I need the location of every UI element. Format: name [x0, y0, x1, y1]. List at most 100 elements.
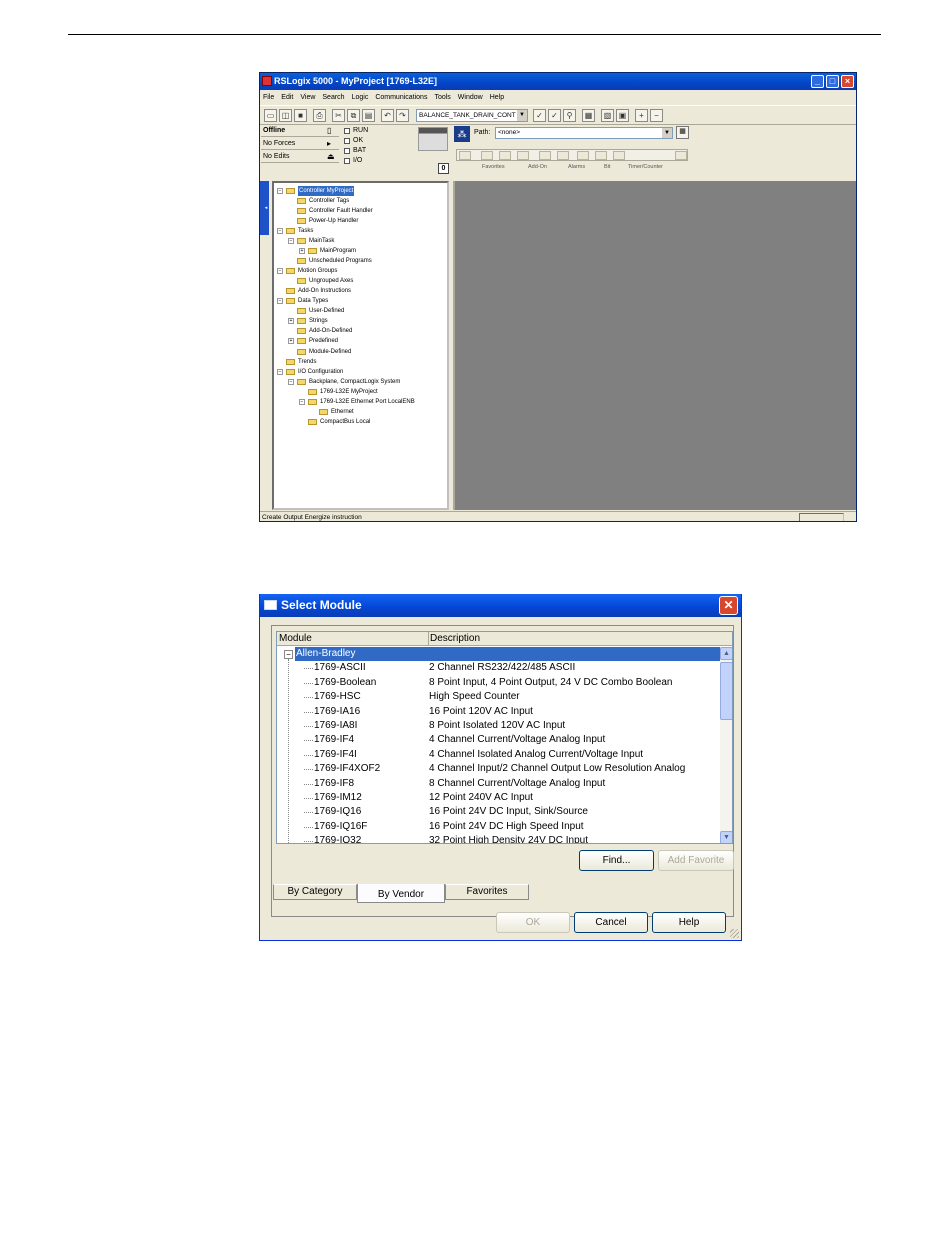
tab-timer-counter[interactable]: Timer/Counter	[628, 164, 663, 170]
tree-item-label: Ethernet	[331, 408, 354, 415]
tab-favorites[interactable]: Favorites	[445, 884, 529, 900]
module-row[interactable]: 1769-IF4XOF2 4 Channel Input/2 Channel Ou…	[277, 762, 720, 776]
minimize-icon[interactable]: _	[811, 75, 824, 88]
menu-tools[interactable]: Tools	[434, 91, 450, 104]
rung-icon[interactable]	[481, 151, 493, 160]
collapse-icon[interactable]: −	[288, 238, 294, 245]
open-folder-icon[interactable]: ◫	[279, 109, 292, 122]
forces-row[interactable]: No Forces ▸	[261, 138, 339, 150]
vendor-group-row[interactable]: − Allen-Bradley	[277, 647, 720, 662]
zoom-in-icon[interactable]: +	[635, 109, 648, 122]
expand-icon[interactable]: +	[288, 318, 294, 325]
xic-icon[interactable]	[539, 151, 551, 160]
print-icon[interactable]: ⎙	[313, 109, 326, 122]
tab-by-category[interactable]: By Category	[273, 884, 357, 900]
undo-icon[interactable]: ↶	[381, 109, 394, 122]
collapse-icon[interactable]: −	[277, 228, 283, 235]
zoom-out-icon[interactable]: −	[650, 109, 663, 122]
watch-icon[interactable]: ▣	[616, 109, 629, 122]
otu-icon[interactable]	[613, 151, 625, 160]
menu-window[interactable]: Window	[458, 91, 483, 104]
routine-combo[interactable]: BALANCE_TANK_DRAIN_CONT ▼	[416, 109, 528, 122]
cut-icon[interactable]: ✂	[332, 109, 345, 122]
expand-icon[interactable]: +	[288, 338, 294, 345]
collapse-icon[interactable]: −	[277, 268, 283, 275]
close-icon[interactable]: ×	[841, 75, 854, 88]
scroll-left-icon[interactable]	[459, 151, 471, 160]
new-file-icon[interactable]: ▭	[264, 109, 277, 122]
collapse-icon[interactable]: −	[277, 368, 283, 375]
collapse-icon[interactable]: −	[277, 188, 283, 194]
find-button[interactable]: Find...	[579, 850, 654, 871]
column-header-description[interactable]: Description	[429, 632, 480, 646]
edits-row[interactable]: No Edits ⏏	[261, 151, 339, 163]
network-path-icon[interactable]: ⁂	[454, 126, 470, 142]
module-row[interactable]: 1769-IF4 4 Channel Current/Voltage Analog…	[277, 733, 720, 747]
module-row[interactable]: 1769-IA8I 8 Point Isolated 120V AC Input	[277, 719, 720, 733]
module-row[interactable]: 1769-ASCII 2 Channel RS232/422/485 ASCII	[277, 661, 720, 675]
cross-reference-icon[interactable]: ⚲	[563, 109, 576, 122]
verify-controller-icon[interactable]: ✓	[548, 109, 561, 122]
paste-icon[interactable]: ▤	[362, 109, 375, 122]
dialog-title-bar[interactable]: Select Module ✕	[260, 594, 741, 617]
tab-bit[interactable]: Bit	[604, 164, 610, 170]
mode-row[interactable]: Offline ▯	[261, 125, 339, 137]
tab-by-vendor[interactable]: By Vendor	[357, 884, 445, 903]
controller-organizer-tab[interactable]: ◂	[260, 181, 269, 235]
module-row[interactable]: 1769-IF4I 4 Channel Isolated Analog Curre…	[277, 748, 720, 762]
tree-connector	[304, 769, 313, 771]
module-row[interactable]: 1769-IF8 8 Channel Current/Voltage Analog…	[277, 777, 720, 791]
menu-edit[interactable]: Edit	[281, 91, 293, 104]
close-icon[interactable]: ✕	[719, 596, 738, 615]
module-row[interactable]: 1769-IA16 16 Point 120V AC Input	[277, 705, 720, 719]
scroll-down-icon[interactable]: ▼	[720, 831, 732, 843]
collapse-icon[interactable]: −	[284, 650, 293, 659]
ok-button[interactable]: OK	[496, 912, 570, 933]
module-row[interactable]: 1769-Boolean 8 Point Input, 4 Point Outpu…	[277, 676, 720, 690]
help-button[interactable]: Help	[652, 912, 726, 933]
menu-view[interactable]: View	[300, 91, 315, 104]
vertical-scrollbar[interactable]: ▲ ▼	[720, 647, 732, 843]
branch-icon[interactable]	[499, 151, 511, 160]
module-row[interactable]: 1769-IQ16F 16 Point 24V DC High Speed Inp…	[277, 820, 720, 834]
collapse-icon[interactable]: −	[288, 378, 294, 385]
otl-icon[interactable]	[595, 151, 607, 160]
scroll-thumb[interactable]	[720, 662, 732, 720]
add-favorite-button[interactable]: Add Favorite	[658, 850, 734, 871]
redo-icon[interactable]: ↷	[396, 109, 409, 122]
menu-help[interactable]: Help	[490, 91, 504, 104]
xio-icon[interactable]	[557, 151, 569, 160]
tab-add-on[interactable]: Add-On	[528, 164, 547, 170]
rslogix-title-bar[interactable]: RSLogix 5000 - MyProject [1769-L32E] _ □…	[260, 73, 856, 90]
properties-icon[interactable]: ▧	[601, 109, 614, 122]
verify-routine-icon[interactable]: ✓	[533, 109, 546, 122]
column-header-module[interactable]: Module	[278, 632, 429, 646]
module-row[interactable]: 1769-IQ32 32 Point High Density 24V DC In…	[277, 834, 720, 843]
scroll-right-icon[interactable]	[675, 151, 687, 160]
module-row[interactable]: 1769-IQ16 16 Point 24V DC Input, Sink/Sou…	[277, 805, 720, 819]
save-icon[interactable]: ■	[294, 109, 307, 122]
collapse-icon[interactable]: −	[299, 398, 305, 405]
module-row[interactable]: 1769-HSC High Speed Counter	[277, 690, 720, 704]
path-combo[interactable]: <none> ▼	[495, 127, 673, 139]
branch-level-icon[interactable]	[517, 151, 529, 160]
cancel-button[interactable]: Cancel	[574, 912, 648, 933]
copy-icon[interactable]: ⧉	[347, 109, 360, 122]
menu-search[interactable]: Search	[322, 91, 344, 104]
module-row[interactable]: 1769-IM12 12 Point 240V AC Input	[277, 791, 720, 805]
controller-organizer-icon[interactable]: ▦	[582, 109, 595, 122]
expand-icon[interactable]: +	[299, 248, 305, 255]
resize-grip-icon[interactable]	[730, 929, 739, 938]
scroll-up-icon[interactable]: ▲	[720, 647, 732, 660]
menu-file[interactable]: File	[263, 91, 274, 104]
io-forces-icon[interactable]: 0	[438, 163, 449, 174]
browse-path-icon[interactable]: ▦	[676, 126, 689, 139]
menu-communications[interactable]: Communications	[375, 91, 427, 104]
tab-favorites[interactable]: Favorites	[482, 164, 505, 170]
maximize-icon[interactable]: □	[826, 75, 839, 88]
menu-logic[interactable]: Logic	[352, 91, 369, 104]
collapse-icon[interactable]: −	[277, 298, 283, 305]
ote-icon[interactable]	[577, 151, 589, 160]
controller-organizer: − Controller MyProject Controller Tags Cont…	[272, 181, 449, 510]
tab-alarms[interactable]: Alarms	[568, 164, 585, 170]
